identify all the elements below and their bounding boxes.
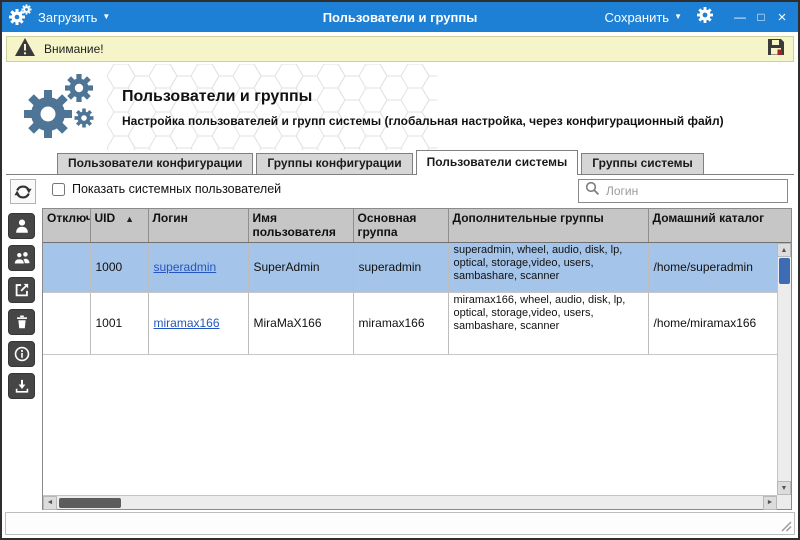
load-menu-button[interactable]: Загрузить ▼ <box>32 7 116 28</box>
cell-additional-groups: miramax166, wheel, audio, disk, lp, opti… <box>448 292 648 354</box>
page-gears-icon <box>16 68 102 149</box>
minimize-button[interactable]: — <box>730 6 750 28</box>
maximize-button[interactable]: □ <box>751 6 771 28</box>
tab-groups-system[interactable]: Группы системы <box>581 153 704 174</box>
window-title: Пользователи и группы <box>323 10 478 25</box>
cell-uid: 1001 <box>90 292 148 354</box>
cell-primary-group: miramax166 <box>353 292 448 354</box>
tab-bar: Пользователи конфигурации Группы конфигу… <box>57 150 707 174</box>
trash-icon <box>13 313 31 331</box>
scroll-right-button[interactable]: ► <box>763 496 777 510</box>
page-title: Пользователи и группы <box>122 88 312 106</box>
sort-asc-icon: ▲ <box>125 214 134 224</box>
table-header-row: Отключ UID▲ Логин Имя пользователя Основ… <box>43 209 778 242</box>
scroll-down-button[interactable]: ▼ <box>777 481 791 495</box>
user-icon <box>13 217 31 235</box>
cell-name: MiraMaX166 <box>248 292 353 354</box>
refresh-icon <box>13 182 33 202</box>
resize-grip[interactable] <box>780 520 792 532</box>
scroll-left-button[interactable]: ◄ <box>43 496 57 510</box>
show-system-users-option: Показать системных пользователей <box>52 182 281 196</box>
horizontal-scrollbar[interactable]: ◄ ► <box>43 495 777 509</box>
column-header-disabled[interactable]: Отключ <box>43 209 90 242</box>
column-header-name[interactable]: Имя пользователя <box>248 209 353 242</box>
row-actions-toolbar <box>8 213 35 399</box>
cell-login: miramax166 <box>148 292 248 354</box>
import-user-button[interactable] <box>8 373 35 399</box>
cell-home: /home/miramax166 <box>648 292 778 354</box>
users-table: Отключ UID▲ Логин Имя пользователя Основ… <box>42 208 792 510</box>
warning-text: Внимание! <box>44 42 104 56</box>
app-logo-gears-icon <box>8 3 32 32</box>
column-header-home[interactable]: Домашний каталог <box>648 209 778 242</box>
save-menu-label: Сохранить <box>604 10 669 25</box>
cell-primary-group: superadmin <box>353 242 448 292</box>
cell-name: SuperAdmin <box>248 242 353 292</box>
load-menu-label: Загрузить <box>38 10 97 25</box>
column-header-uid[interactable]: UID▲ <box>90 209 148 242</box>
header-filler <box>777 209 791 243</box>
page-subtitle: Настройка пользователей и групп системы … <box>122 114 724 128</box>
save-menu-button[interactable]: Сохранить ▼ <box>598 7 688 28</box>
cell-disabled <box>43 292 90 354</box>
export-user-button[interactable] <box>8 277 35 303</box>
vertical-scrollbar[interactable]: ▲ ▼ <box>777 243 791 495</box>
tab-groups-config[interactable]: Группы конфигурации <box>256 153 412 174</box>
table-row[interactable]: 1001 miramax166 MiraMaX166 miramax166 mi… <box>43 292 778 354</box>
save-config-floppy-icon[interactable] <box>766 37 786 62</box>
tab-divider <box>6 174 794 175</box>
tab-users-system[interactable]: Пользователи системы <box>416 150 579 175</box>
close-button[interactable]: × <box>772 6 792 28</box>
titlebar: Загрузить ▼ Пользователи и группы Сохран… <box>2 2 798 32</box>
cell-disabled <box>43 242 90 292</box>
show-system-users-checkbox[interactable] <box>52 183 65 196</box>
cell-login: superadmin <box>148 242 248 292</box>
column-header-primary-group[interactable]: Основная группа <box>353 209 448 242</box>
chevron-down-icon: ▼ <box>102 13 110 21</box>
vertical-scroll-thumb[interactable] <box>779 258 790 284</box>
import-icon <box>13 377 31 395</box>
info-icon <box>13 345 31 363</box>
login-link[interactable]: miramax166 <box>154 316 220 330</box>
column-header-login[interactable]: Логин <box>148 209 248 242</box>
export-icon <box>13 281 31 299</box>
delete-user-button[interactable] <box>8 309 35 335</box>
show-system-users-label: Показать системных пользователей <box>72 182 281 196</box>
cell-additional-groups: superadmin, wheel, audio, disk, lp, opti… <box>448 242 648 292</box>
page-header: Пользователи и группы Настройка пользова… <box>2 64 798 150</box>
chevron-down-icon: ▼ <box>674 13 682 21</box>
refresh-button[interactable] <box>10 179 36 204</box>
user-info-button[interactable] <box>8 341 35 367</box>
settings-gear-icon[interactable] <box>696 6 714 29</box>
warning-triangle-icon <box>14 37 36 62</box>
user-button[interactable] <box>8 213 35 239</box>
scroll-up-button[interactable]: ▲ <box>777 243 791 257</box>
app-window: Загрузить ▼ Пользователи и группы Сохран… <box>0 0 800 540</box>
warning-bar: Внимание! <box>6 36 794 62</box>
tab-users-config[interactable]: Пользователи конфигурации <box>57 153 253 174</box>
search-icon <box>585 181 600 201</box>
search-box <box>578 179 788 203</box>
column-header-additional-groups[interactable]: Дополнительные группы <box>448 209 648 242</box>
search-input[interactable] <box>606 184 781 198</box>
login-link[interactable]: superadmin <box>154 260 217 274</box>
hexagon-pattern-decor <box>107 64 437 150</box>
status-bar <box>5 512 795 535</box>
cell-home: /home/superadmin <box>648 242 778 292</box>
table-row[interactable]: 1000 superadmin SuperAdmin superadmin su… <box>43 242 778 292</box>
horizontal-scroll-thumb[interactable] <box>59 498 121 508</box>
cell-uid: 1000 <box>90 242 148 292</box>
user-groups-button[interactable] <box>8 245 35 271</box>
users-icon <box>13 249 31 267</box>
scrollbar-corner <box>777 495 791 509</box>
